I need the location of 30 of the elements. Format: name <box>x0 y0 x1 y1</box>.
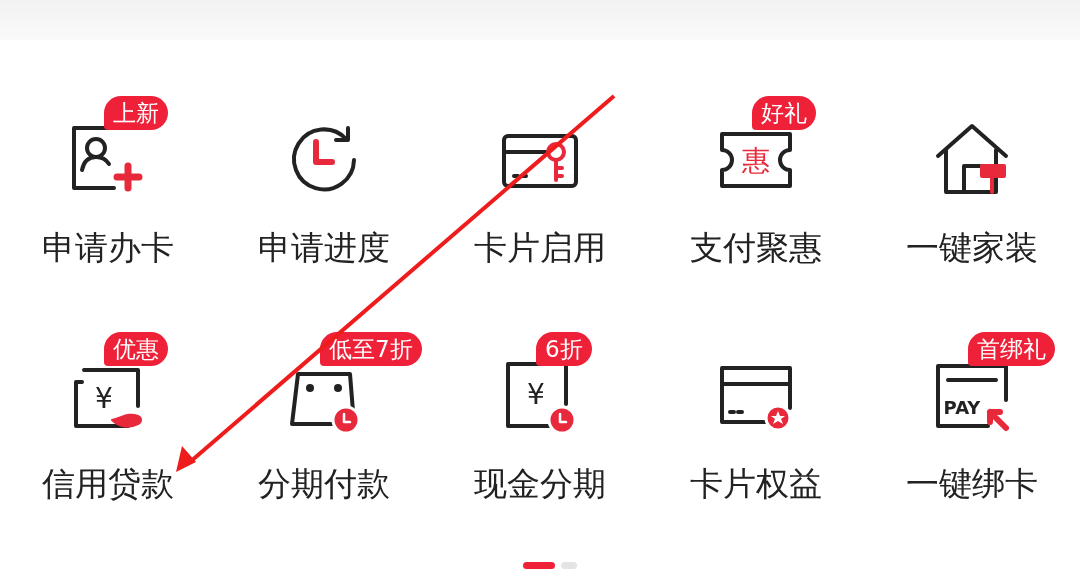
menu-item-label[interactable]: 一键绑卡 <box>906 462 1038 507</box>
badge: 首绑礼 <box>968 332 1055 366</box>
menu-item-label[interactable]: 卡片权益 <box>690 462 822 507</box>
wallet-hand-icon <box>74 368 142 428</box>
menu-item-label[interactable]: 卡片启用 <box>474 226 606 271</box>
menu-item-label[interactable]: 分期付款 <box>258 462 390 507</box>
clock-refresh-icon <box>292 126 356 192</box>
icon-glyph: ¥ <box>95 382 113 415</box>
menu-item-label[interactable]: 申请办卡 <box>42 226 174 271</box>
icon-glyph: PAY <box>943 397 981 418</box>
frame-clock-icon <box>506 362 577 435</box>
badge: 好礼 <box>752 96 816 130</box>
menu-item-label[interactable]: 申请进度 <box>258 226 390 271</box>
card-star-icon <box>720 366 792 432</box>
icon-glyph: ¥ <box>527 378 545 411</box>
menu-item-label[interactable]: 一键家装 <box>906 226 1038 271</box>
menu-item-label[interactable]: 支付聚惠 <box>690 226 822 271</box>
person-add-icon <box>72 126 143 192</box>
house-icon <box>936 124 1008 194</box>
icon-glyph: 惠 <box>742 144 770 177</box>
badge: 6折 <box>536 332 592 366</box>
badge: 低至7折 <box>320 332 422 366</box>
card-key-icon <box>502 134 578 188</box>
menu-item-label[interactable]: 信用贷款 <box>42 462 174 507</box>
bag-clock-icon <box>290 372 361 435</box>
card-arrow-icon <box>936 364 1009 431</box>
badge: 优惠 <box>104 332 168 366</box>
badge: 上新 <box>104 96 168 130</box>
menu-item-label[interactable]: 现金分期 <box>474 462 606 507</box>
ticket-icon <box>720 132 792 188</box>
